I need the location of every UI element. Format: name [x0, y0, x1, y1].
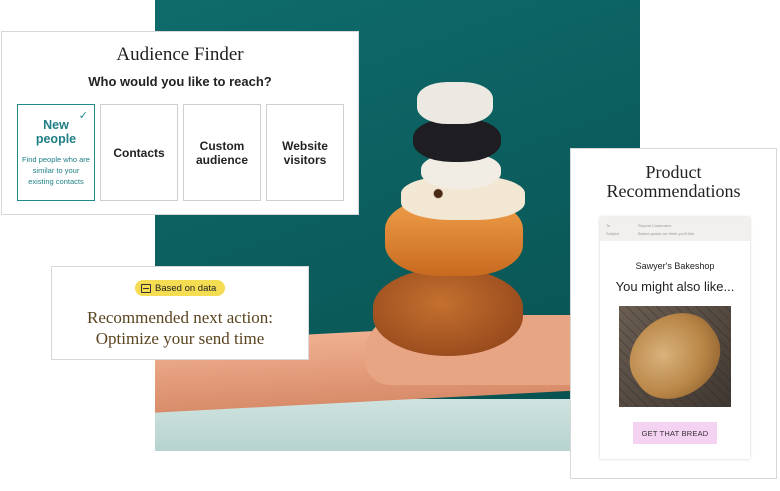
option-title: Custom audience	[195, 138, 249, 167]
to-label: To	[606, 223, 611, 228]
donut-powdered-top	[417, 82, 493, 124]
donut-glazed-bottom	[373, 268, 523, 356]
email-headline: You might also like...	[615, 279, 735, 294]
recommendation-line-2: Optimize your send time	[95, 329, 265, 348]
title-line-1: Product	[645, 162, 702, 182]
option-title: New people	[35, 118, 77, 146]
option-title: Contacts	[113, 145, 165, 160]
recommendation-text: Recommended next action: Optimize your s…	[52, 307, 308, 349]
audience-finder-title: Audience Finder	[116, 44, 244, 65]
subject-label: Subject	[606, 231, 620, 236]
recommendation-card: Based on data Recommended next action: O…	[51, 266, 309, 360]
option-contacts[interactable]: Contacts	[100, 104, 178, 201]
to-value: Repeat Customers	[638, 223, 672, 228]
option-new-people[interactable]: ✓ New people Find people who are similar…	[17, 104, 95, 201]
email-header: To Repeat Customers Subject Baked goods …	[600, 217, 750, 241]
checkmark-icon: ✓	[78, 110, 88, 122]
donut-black	[413, 118, 501, 162]
subject-value: Baked goods we think you'll like	[638, 231, 695, 236]
product-recommendations-card: Product Recommendations To Repeat Custom…	[570, 148, 777, 479]
get-that-bread-button[interactable]: GET THAT BREAD	[633, 422, 717, 444]
audience-finder-question: Who would you like to reach?	[88, 74, 272, 89]
email-preview: To Repeat Customers Subject Baked goods …	[600, 217, 750, 459]
option-website-visitors[interactable]: Website visitors	[266, 104, 344, 201]
based-on-data-badge: Based on data	[135, 280, 226, 296]
option-description: Find people who are similar to your exis…	[22, 155, 90, 186]
bread-image	[619, 306, 731, 407]
product-recommendations-title: Product Recommendations	[571, 163, 776, 201]
option-title: Website visitors	[282, 138, 328, 167]
badge-label: Based on data	[155, 282, 217, 294]
title-line-2: Recommendations	[606, 181, 741, 201]
audience-finder-card: Audience Finder Who would you like to re…	[1, 31, 359, 215]
option-custom-audience[interactable]: Custom audience	[183, 104, 261, 201]
data-grid-icon	[141, 283, 151, 293]
shop-name: Sawyer's Bakeshop	[635, 261, 715, 271]
recommendation-line-1: Recommended next action:	[87, 308, 273, 327]
